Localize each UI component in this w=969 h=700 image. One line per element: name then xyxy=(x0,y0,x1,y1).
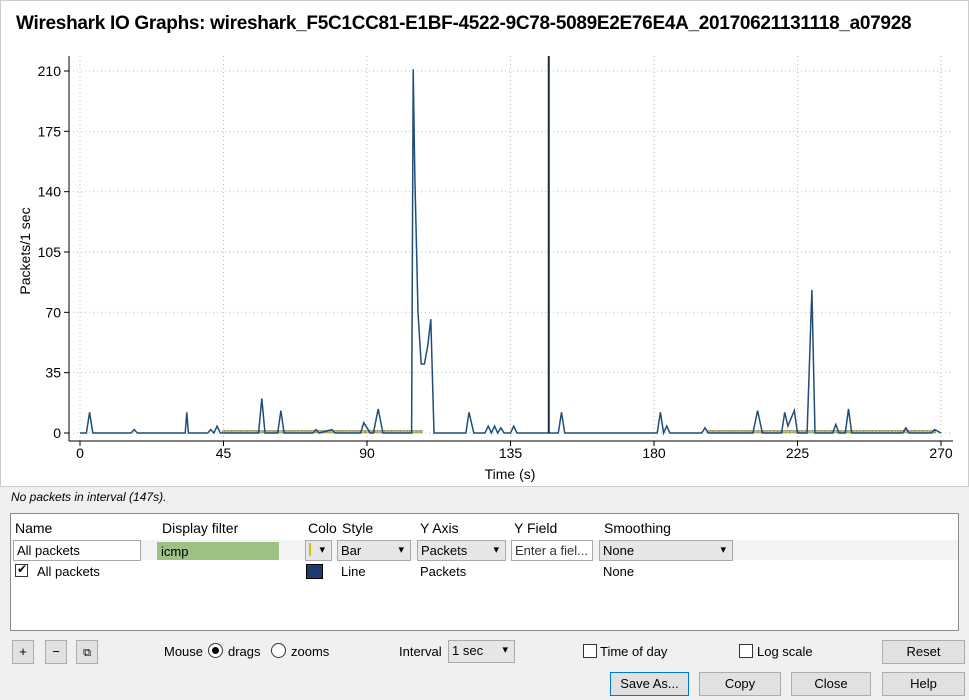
checkmark-icon: ✔ xyxy=(17,562,28,576)
col-name: Name xyxy=(15,520,53,536)
x-axis-label: Time (s) xyxy=(485,466,536,482)
icmp-bar xyxy=(783,430,787,434)
io-graph-chart[interactable]: 0 45 90 135 180 225 270 0 35 70 105 140 175 210 Time … xyxy=(1,1,968,486)
icmp-bar xyxy=(789,430,793,434)
interval-label: Interval xyxy=(399,644,442,659)
x-tick-label: 180 xyxy=(642,445,666,461)
icmp-bar xyxy=(365,430,369,434)
smoothing-dropdown[interactable]: None xyxy=(599,540,733,561)
y-tick-label: 35 xyxy=(45,365,61,381)
row-name: All packets xyxy=(37,564,100,579)
series-all-packets-line xyxy=(80,69,942,436)
y-tick-label: 105 xyxy=(38,244,62,260)
color-dropdown[interactable] xyxy=(305,540,332,561)
drags-label: drags xyxy=(228,644,261,659)
zooms-label: zooms xyxy=(291,644,330,659)
y-field-input[interactable]: Enter a fiel... xyxy=(511,540,593,561)
icmp-bar xyxy=(362,430,366,434)
reset-button[interactable]: Reset xyxy=(882,640,965,664)
save-as-button[interactable]: Save As... xyxy=(610,672,689,696)
y-axis-label: Packets/1 sec xyxy=(17,207,33,294)
icmp-bar xyxy=(260,430,264,434)
icmp-bar xyxy=(279,430,283,434)
graph-area[interactable]: Wireshark IO Graphs: wireshark_F5C1CC81-… xyxy=(0,0,969,487)
color-swatch[interactable] xyxy=(306,564,323,579)
col-color: Colo xyxy=(308,520,337,536)
close-button[interactable]: Close xyxy=(791,672,871,696)
remove-graph-button[interactable]: − xyxy=(45,640,67,664)
icmp-bar xyxy=(834,430,838,434)
icmp-bar xyxy=(375,430,378,434)
icmp-bar xyxy=(413,430,417,434)
icmp-bar xyxy=(808,430,812,434)
icmp-bar xyxy=(416,430,420,434)
y-tick-label: 175 xyxy=(38,123,62,139)
display-filter-input[interactable]: icmp xyxy=(157,542,279,560)
zooms-radio[interactable] xyxy=(271,643,286,658)
row-style: Line xyxy=(341,564,366,579)
mouse-label: Mouse xyxy=(164,644,204,659)
drags-radio[interactable] xyxy=(208,643,223,658)
icmp-bar xyxy=(419,430,423,434)
y-tick-label: 140 xyxy=(38,184,62,200)
interval-dropdown[interactable]: 1 sec xyxy=(448,640,515,663)
col-smoothing: Smoothing xyxy=(604,520,671,536)
icmp-bar xyxy=(754,430,758,434)
y-tick-label: 70 xyxy=(45,304,61,320)
x-tick-label: 225 xyxy=(786,445,810,461)
y-tick-label: 0 xyxy=(53,425,61,441)
x-tick-label: 45 xyxy=(216,445,232,461)
icmp-bar xyxy=(786,430,790,434)
icmp-bar xyxy=(757,430,761,434)
name-input[interactable]: All packets xyxy=(13,540,141,561)
time-of-day-checkbox[interactable] xyxy=(583,644,597,658)
enable-checkbox[interactable]: ✔ xyxy=(15,562,28,577)
icmp-bar xyxy=(847,430,850,434)
time-of-day-label: Time of day xyxy=(600,644,668,659)
icmp-bar xyxy=(378,430,382,434)
row-smoothing: None xyxy=(603,564,635,579)
icmp-bar xyxy=(904,430,908,434)
add-graph-button[interactable]: + xyxy=(12,640,34,664)
col-y-field: Y Field xyxy=(514,520,558,536)
col-display-filter: Display filter xyxy=(162,520,239,536)
col-style: Style xyxy=(342,520,374,536)
copy-button[interactable]: Copy xyxy=(699,672,781,696)
x-tick-label: 135 xyxy=(499,445,523,461)
y-axis-dropdown[interactable]: Packets xyxy=(417,540,506,561)
copy-icon: ⧉ xyxy=(83,647,91,659)
help-button[interactable]: Help xyxy=(882,672,965,696)
row-y-axis: Packets xyxy=(420,564,467,579)
x-tick-label: 90 xyxy=(359,445,375,461)
style-dropdown[interactable]: Bar xyxy=(337,540,411,561)
status-text: No packets in interval (147s). xyxy=(11,490,167,504)
y-tick-label: 210 xyxy=(38,63,62,79)
x-tick-label: 270 xyxy=(929,445,953,461)
icmp-bar xyxy=(792,430,796,434)
log-scale-checkbox[interactable] xyxy=(739,644,753,658)
graph-table[interactable]: Name Display filter Colo Style Y Axis Y … xyxy=(10,513,959,631)
col-y-axis: Y Axis xyxy=(420,520,459,536)
log-scale-label: Log scale xyxy=(757,644,813,659)
copy-graph-button[interactable]: ⧉ xyxy=(76,640,98,664)
x-tick-label: 0 xyxy=(76,445,84,461)
